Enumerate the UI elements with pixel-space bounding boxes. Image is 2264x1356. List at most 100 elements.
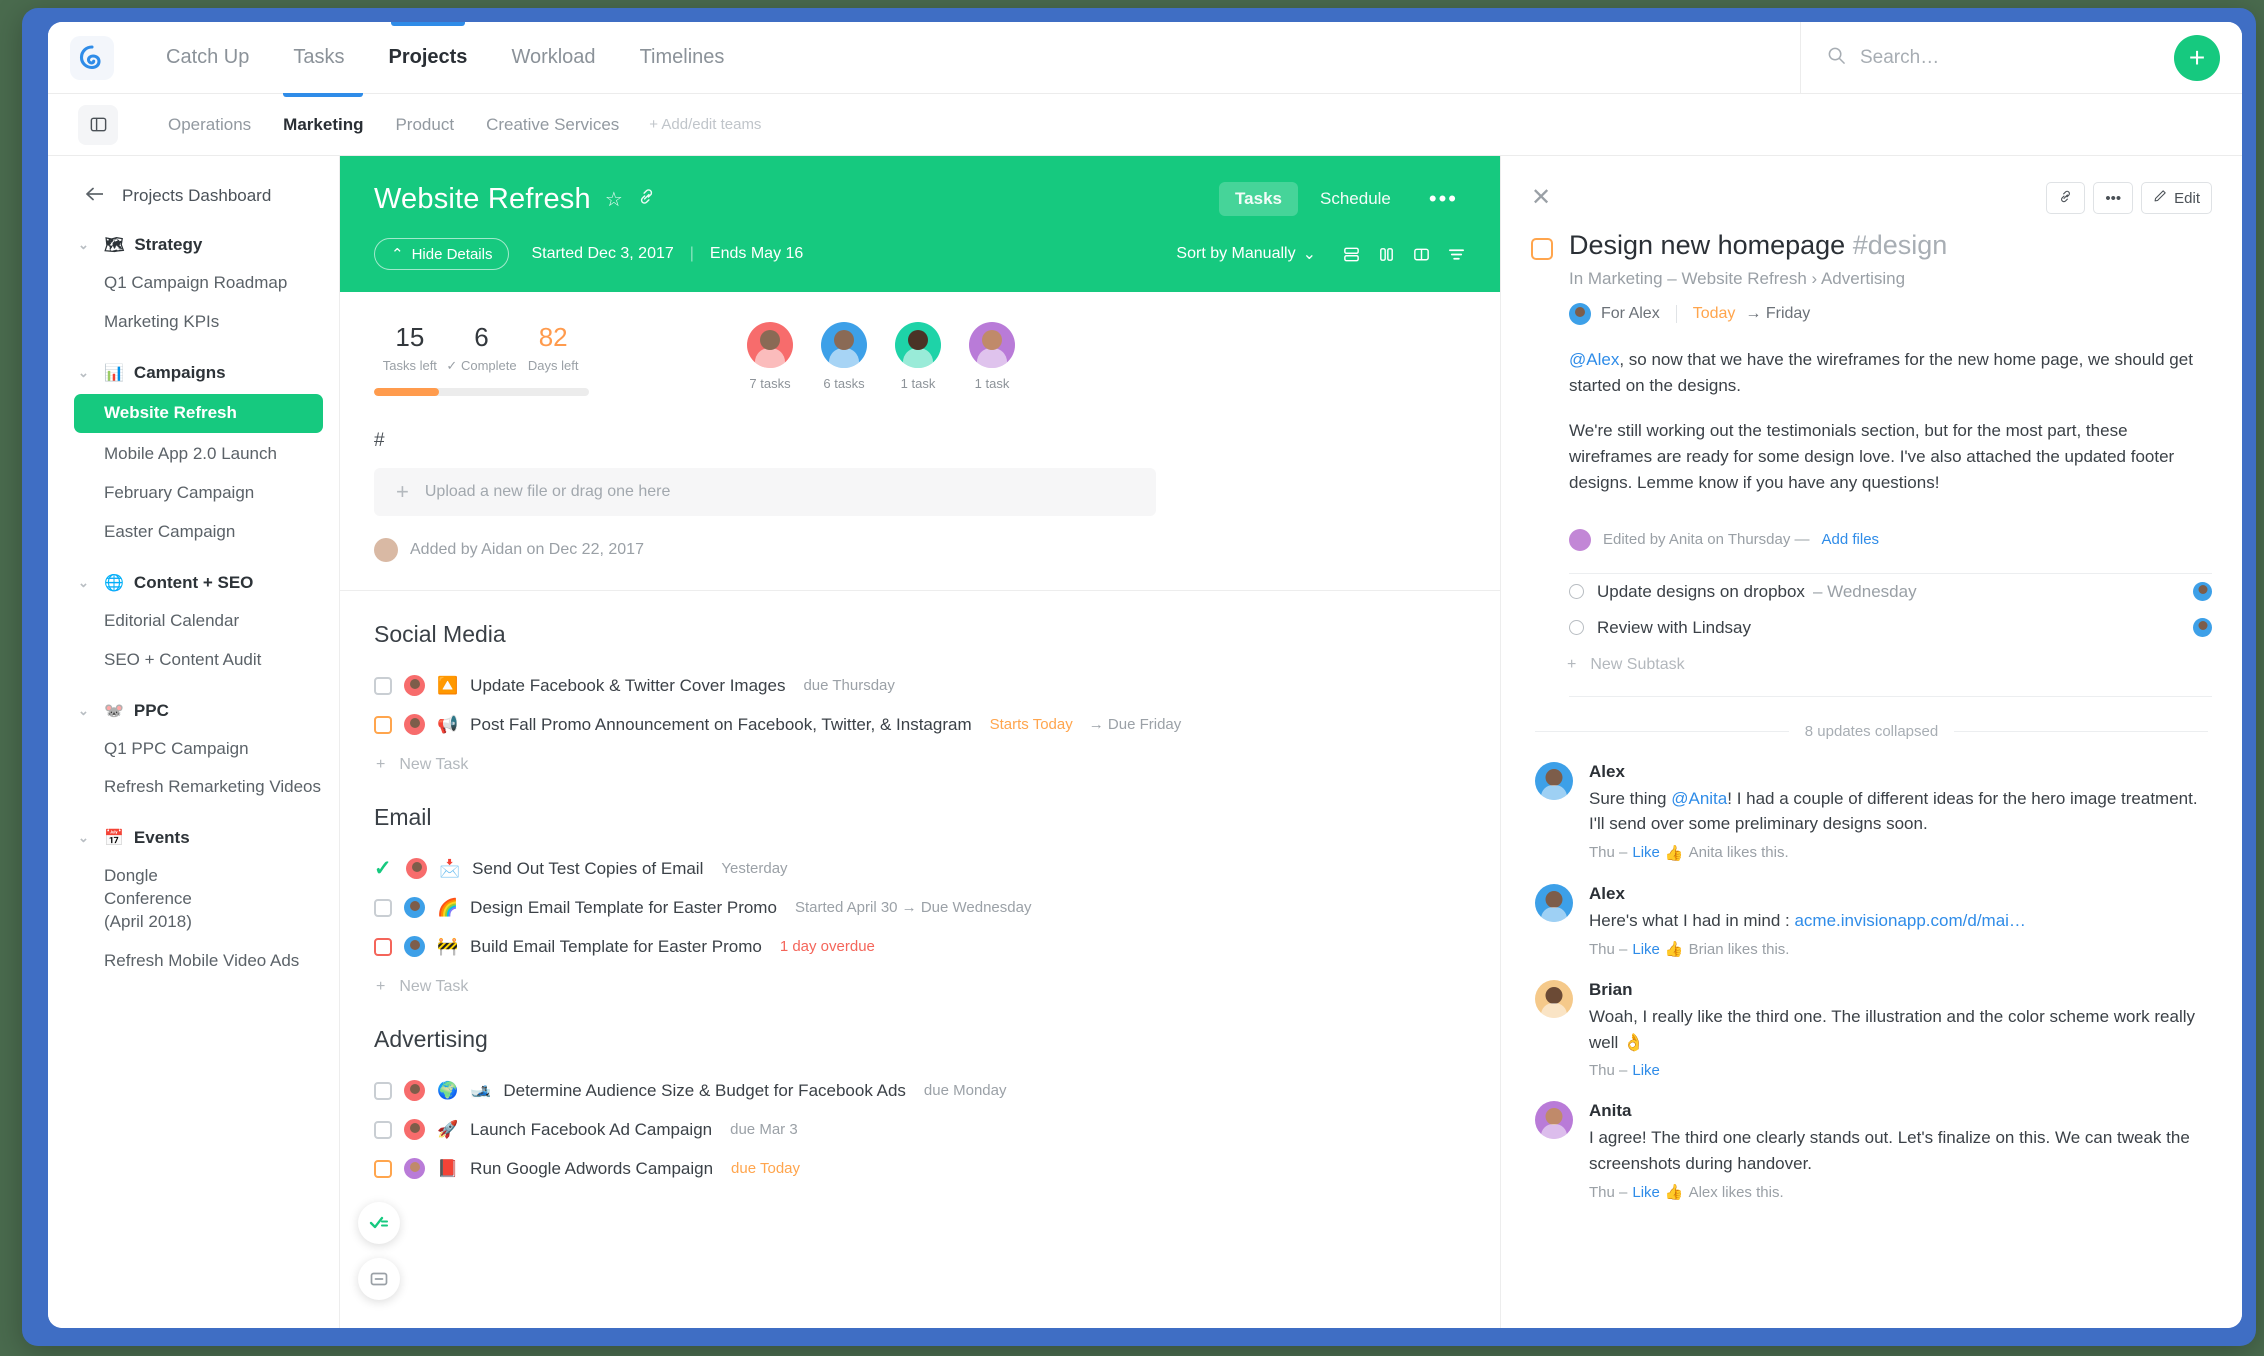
task-checkbox-checked[interactable]: ✓ — [374, 858, 394, 879]
collapsed-updates-toggle[interactable]: 8 updates collapsed — [1535, 723, 2208, 740]
sidebar-item-q1-campaign-roadmap[interactable]: Q1 Campaign Roadmap — [48, 264, 339, 303]
table-row[interactable]: 🚀 Launch Facebook Ad Campaign due Mar 3 — [374, 1110, 1466, 1149]
file-upload-dropzone[interactable]: + Upload a new file or drag one here — [374, 468, 1156, 516]
nav-item-tasks[interactable]: Tasks — [271, 22, 366, 93]
detail-more-menu-button[interactable]: ••• — [2093, 182, 2134, 214]
like-button[interactable]: Like — [1632, 941, 1660, 958]
nav-item-timelines[interactable]: Timelines — [618, 22, 747, 93]
inbox-icon[interactable] — [358, 1258, 400, 1300]
subtask-checkbox[interactable] — [1569, 620, 1584, 636]
sidebar-item-q1-ppc-campaign[interactable]: Q1 PPC Campaign — [48, 730, 339, 769]
task-name[interactable]: Design Email Template for Easter Promo — [470, 898, 777, 918]
detail-tag[interactable]: #design — [1853, 230, 1948, 260]
team-item-marketing[interactable]: Marketing — [267, 93, 379, 155]
task-checkbox[interactable] — [374, 1081, 392, 1100]
table-row[interactable]: 📢 Post Fall Promo Announcement on Facebo… — [374, 705, 1466, 744]
sidebar-item-seo-content-audit[interactable]: SEO + Content Audit — [48, 641, 339, 680]
table-row[interactable]: 📕 Run Google Adwords Campaign due Today — [374, 1149, 1466, 1188]
subtask-checkbox[interactable] — [1569, 584, 1584, 600]
task-checkbox[interactable] — [374, 937, 392, 956]
star-icon[interactable]: ☆ — [605, 187, 623, 212]
app-logo-icon[interactable] — [70, 35, 114, 80]
member[interactable]: 1 task — [893, 322, 943, 391]
sidebar-item-dongle-conference[interactable]: Dongle Conference (April 2018) — [48, 857, 238, 942]
list-item[interactable]: Update designs on dropbox – Wednesday — [1501, 574, 2242, 610]
link-icon[interactable] — [637, 187, 656, 212]
task-checkbox[interactable] — [374, 898, 392, 917]
sidebar-group-events[interactable]: ⌄ 📅 Events — [48, 819, 339, 857]
task-name[interactable]: Build Email Template for Easter Promo — [470, 937, 762, 957]
table-row[interactable]: 🌍 🎿 Determine Audience Size & Budget for… — [374, 1071, 1466, 1110]
external-link[interactable]: acme.invisionapp.com/d/mai… — [1794, 911, 2025, 930]
table-row[interactable]: 🔼 Update Facebook & Twitter Cover Images… — [374, 666, 1466, 705]
task-name[interactable]: Post Fall Promo Announcement on Facebook… — [470, 715, 971, 735]
table-row[interactable]: ✓ 📩 Send Out Test Copies of Email Yester… — [374, 849, 1466, 888]
back-to-projects-dashboard[interactable]: Projects Dashboard — [48, 178, 339, 214]
add-edit-teams-link[interactable]: + Add/edit teams — [635, 116, 761, 133]
sidebar-item-marketing-kpis[interactable]: Marketing KPIs — [48, 303, 339, 342]
project-more-menu-icon[interactable]: ••• — [1413, 186, 1466, 212]
sidebar-item-refresh-mobile-video-ads[interactable]: Refresh Mobile Video Ads — [48, 942, 339, 981]
nav-item-catch-up[interactable]: Catch Up — [144, 22, 271, 93]
member[interactable]: 6 tasks — [819, 322, 869, 391]
team-item-operations[interactable]: Operations — [152, 94, 267, 155]
member[interactable]: 1 task — [967, 322, 1017, 391]
task-name[interactable]: Determine Audience Size & Budget for Fac… — [503, 1081, 906, 1101]
detail-start-date[interactable]: Today — [1693, 305, 1736, 323]
subtask-name[interactable]: Update designs on dropbox — [1597, 582, 1805, 602]
my-tasks-icon[interactable] — [358, 1202, 400, 1244]
sidebar-group-content-seo[interactable]: ⌄ 🌐 Content + SEO — [48, 564, 339, 602]
sidebar-item-editorial-calendar[interactable]: Editorial Calendar — [48, 602, 339, 641]
list-view-icon[interactable] — [1342, 245, 1361, 264]
mention-link[interactable]: @Alex — [1569, 350, 1619, 369]
new-subtask-button[interactable]: + New Subtask — [1501, 646, 2242, 674]
task-name[interactable]: Update Facebook & Twitter Cover Images — [470, 676, 785, 696]
like-button[interactable]: Like — [1632, 1062, 1660, 1079]
new-task-button[interactable]: + New Task — [374, 744, 1466, 774]
search-input[interactable] — [1860, 46, 2160, 69]
sidebar-group-campaigns[interactable]: ⌄ 📊 Campaigns — [48, 354, 339, 392]
new-task-button[interactable]: + New Task — [374, 966, 1466, 996]
sidebar-item-mobile-app-2-launch[interactable]: Mobile App 2.0 Launch — [48, 435, 339, 474]
team-item-product[interactable]: Product — [379, 94, 470, 155]
member[interactable]: 7 tasks — [745, 322, 795, 391]
nav-item-projects[interactable]: Projects — [367, 22, 490, 93]
hide-details-button[interactable]: ⌃ Hide Details — [374, 238, 510, 270]
task-checkbox[interactable] — [374, 1159, 392, 1178]
task-checkbox[interactable] — [374, 1120, 392, 1139]
sidebar-item-refresh-remarketing-videos[interactable]: Refresh Remarketing Videos — [48, 768, 339, 807]
sort-by-dropdown[interactable]: Sort by Manually ⌄ — [1176, 244, 1316, 264]
task-name[interactable]: Launch Facebook Ad Campaign — [470, 1120, 712, 1140]
add-button[interactable]: + — [2174, 34, 2220, 81]
close-icon[interactable]: ✕ — [1531, 186, 1551, 210]
sidebar-item-website-refresh[interactable]: Website Refresh — [74, 393, 323, 433]
sidebar-group-strategy[interactable]: ⌄ 🗺 Strategy — [48, 226, 339, 264]
sidebar-group-ppc[interactable]: ⌄ 🐭 PPC — [48, 692, 339, 730]
task-name[interactable]: Send Out Test Copies of Email — [472, 859, 703, 879]
add-files-link[interactable]: Add files — [1822, 531, 1880, 548]
project-content-scroll[interactable]: 15 Tasks left 6 ✓ Complete 82 Days left — [340, 292, 1500, 1328]
split-view-icon[interactable] — [1412, 245, 1431, 264]
edit-button[interactable]: Edit — [2141, 182, 2212, 214]
team-item-creative-services[interactable]: Creative Services — [470, 94, 635, 155]
task-checkbox[interactable] — [374, 676, 392, 695]
list-item[interactable]: Review with Lindsay — [1501, 610, 2242, 646]
table-row[interactable]: 🚧 Build Email Template for Easter Promo … — [374, 927, 1466, 966]
sidebar-item-february-campaign[interactable]: February Campaign — [48, 474, 339, 513]
column-view-icon[interactable] — [1377, 245, 1396, 264]
sidebar-item-easter-campaign[interactable]: Easter Campaign — [48, 513, 339, 552]
task-checkbox[interactable] — [374, 715, 392, 734]
mention-link[interactable]: @Anita — [1671, 789, 1727, 808]
detail-task-checkbox[interactable] — [1531, 238, 1553, 260]
assignee-label[interactable]: For Alex — [1601, 305, 1660, 323]
task-name[interactable]: Run Google Adwords Campaign — [470, 1159, 713, 1179]
detail-due-date[interactable]: → Friday — [1745, 305, 1810, 323]
tab-tasks[interactable]: Tasks — [1219, 182, 1298, 216]
tab-schedule[interactable]: Schedule — [1304, 182, 1407, 216]
like-button[interactable]: Like — [1632, 844, 1660, 861]
filter-icon[interactable] — [1447, 245, 1466, 264]
copy-link-button[interactable] — [2046, 182, 2086, 214]
subtask-name[interactable]: Review with Lindsay — [1597, 618, 1751, 638]
sidebar-toggle-icon[interactable] — [78, 104, 118, 145]
like-button[interactable]: Like — [1632, 1184, 1660, 1201]
